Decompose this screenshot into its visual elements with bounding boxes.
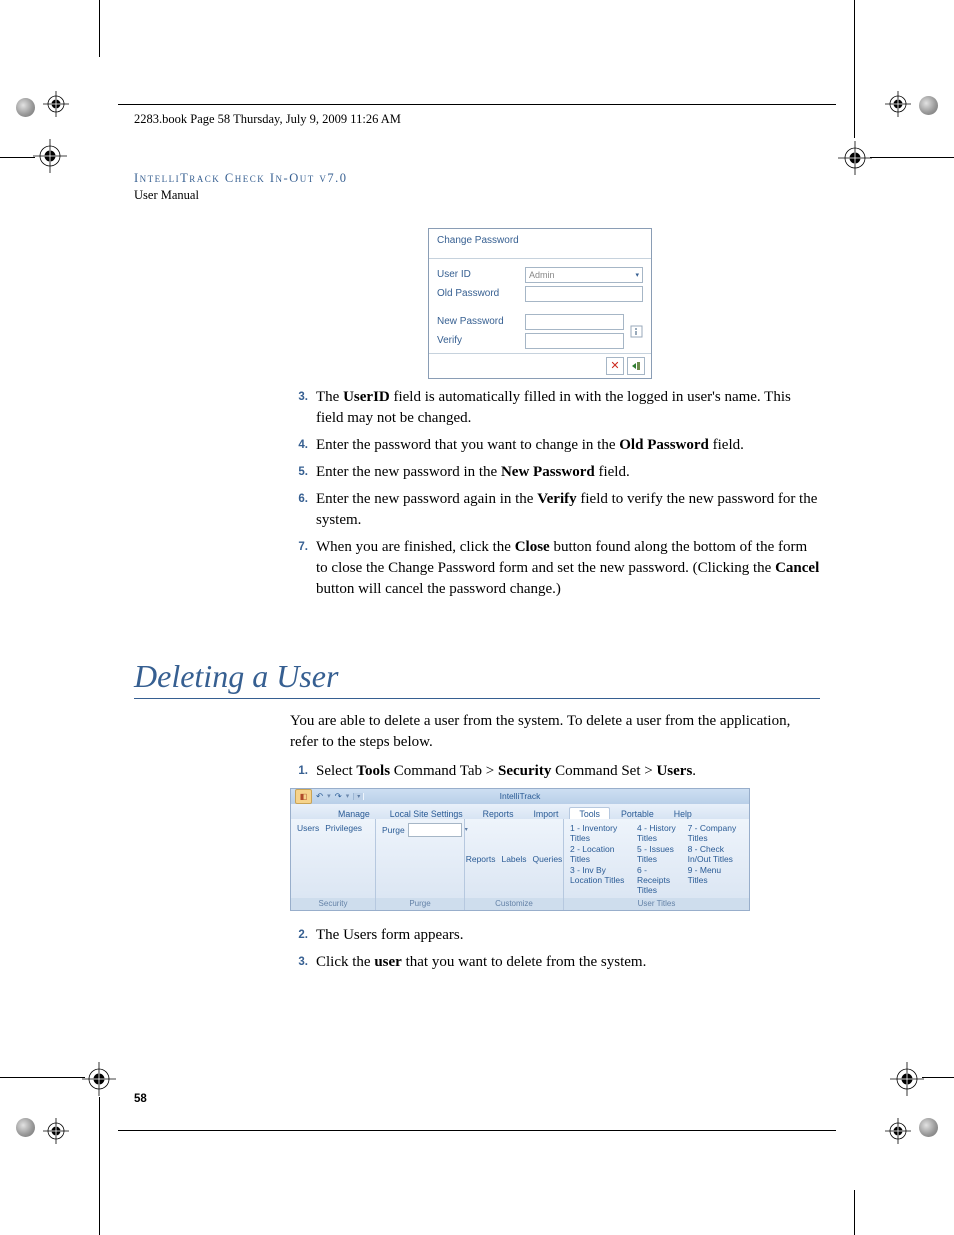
step-number: 4.: [290, 435, 308, 456]
registration-mark-icon: [43, 91, 69, 117]
crop-tick: [99, 0, 100, 57]
new-password-label: New Password: [437, 316, 525, 327]
reports-button[interactable]: Reports: [466, 854, 496, 864]
step-number: 1.: [290, 761, 308, 782]
registration-mark-icon: [885, 91, 911, 117]
titles-item[interactable]: 2 - Location Titles: [570, 844, 631, 864]
users-button[interactable]: Users: [297, 823, 319, 833]
step-number: 6.: [290, 489, 308, 531]
verify-label: Verify: [437, 335, 525, 346]
step-number: 2.: [290, 925, 308, 946]
app-title: IntelliTrack: [291, 789, 749, 804]
step-text: Click the user that you want to delete f…: [316, 952, 820, 973]
ribbon-tab-local-site-settings[interactable]: Local Site Settings: [381, 808, 472, 819]
step-text: The UserID field is automatically filled…: [316, 387, 820, 429]
bearing-dot-icon: [16, 1118, 35, 1137]
step-text: Select Tools Command Tab > Security Comm…: [316, 761, 820, 782]
ribbon-tab-tools[interactable]: Tools: [569, 807, 610, 819]
group-label-purge: Purge: [376, 898, 464, 910]
info-icon: [629, 324, 643, 338]
titles-item[interactable]: 9 - Menu Titles: [688, 865, 743, 885]
group-label-security: Security: [291, 898, 375, 910]
section-heading: Deleting a User: [134, 658, 820, 699]
titles-item[interactable]: 7 - Company Titles: [688, 823, 743, 843]
queries-button[interactable]: Queries: [533, 854, 563, 864]
bearing-dot-icon: [16, 98, 35, 117]
titles-item[interactable]: 8 - Check In/Out Titles: [688, 844, 743, 864]
ribbon-tab-help[interactable]: Help: [665, 808, 701, 819]
target-mark-icon: [890, 1062, 924, 1096]
user-id-label: User ID: [437, 269, 525, 280]
old-password-field[interactable]: [525, 286, 643, 302]
titles-item[interactable]: 3 - Inv By Location Titles: [570, 865, 631, 885]
list-item: 3.The UserID field is automatically fill…: [290, 387, 820, 429]
titles-item[interactable]: 4 - History Titles: [637, 823, 682, 843]
titles-item[interactable]: 6 - Receipts Titles: [637, 865, 682, 895]
target-mark-icon: [82, 1062, 116, 1096]
close-button[interactable]: [627, 357, 645, 375]
list-item: 4. Enter the password that you want to ch…: [290, 435, 820, 456]
list-item: 5. Enter the new password in the New Pass…: [290, 462, 820, 483]
crop-tick: [0, 1077, 85, 1078]
bearing-dot-icon: [919, 1118, 938, 1137]
registration-mark-icon: [43, 1118, 69, 1144]
user-id-value: Admin: [529, 270, 555, 280]
old-password-label: Old Password: [437, 288, 525, 299]
crop-line-top: [118, 104, 836, 105]
running-title: IntelliTrack Check In-Out v7.0: [134, 170, 820, 187]
crop-tick: [0, 157, 35, 158]
dialog-title: Change Password: [429, 229, 651, 259]
bearing-dot-icon: [919, 96, 938, 115]
list-item: 3. Click the user that you want to delete…: [290, 952, 820, 973]
group-label-titles: User Titles: [564, 898, 749, 910]
step-number: 3.: [290, 952, 308, 973]
step-number: 7.: [290, 537, 308, 600]
privileges-button[interactable]: Privileges: [325, 823, 362, 833]
step-text: Enter the password that you want to chan…: [316, 435, 820, 456]
section-intro: You are able to delete a user from the s…: [290, 711, 820, 753]
verify-field[interactable]: [525, 333, 624, 349]
crop-tick: [870, 157, 954, 158]
ribbon-tab-portable[interactable]: Portable: [612, 808, 663, 819]
registration-mark-icon: [885, 1118, 911, 1144]
crop-header-text: 2283.book Page 58 Thursday, July 9, 2009…: [134, 112, 401, 127]
group-label-customize: Customize: [465, 898, 563, 910]
list-item: 1. Select Tools Command Tab > Security Co…: [290, 761, 820, 782]
step-number: 3.: [290, 387, 308, 429]
step-text: Enter the new password again in the Veri…: [316, 489, 820, 531]
running-subtitle: User Manual: [134, 187, 820, 204]
change-password-dialog: Change Password User ID Admin ▾ Old Passw…: [428, 228, 652, 379]
purge-label: Purge: [382, 825, 405, 835]
list-item: 2. The Users form appears.: [290, 925, 820, 946]
step-text: The Users form appears.: [316, 925, 820, 946]
labels-button[interactable]: Labels: [501, 854, 526, 864]
crop-tick: [854, 0, 855, 138]
crop-tick: [854, 1190, 855, 1235]
titles-item[interactable]: 5 - Issues Titles: [637, 844, 682, 864]
page-number: 58: [134, 1093, 147, 1105]
crop-tick: [922, 1077, 954, 1078]
cancel-button[interactable]: ✕: [606, 357, 624, 375]
crop-line-bottom: [118, 1130, 836, 1131]
titles-item[interactable]: 1 - Inventory Titles: [570, 823, 631, 843]
target-mark-icon: [33, 139, 67, 173]
crop-tick: [99, 1097, 100, 1235]
step-number: 5.: [290, 462, 308, 483]
chevron-down-icon: ▾: [635, 271, 639, 279]
ribbon-tab-manage[interactable]: Manage: [329, 808, 379, 819]
ribbon-tab-import[interactable]: Import: [524, 808, 567, 819]
step-text: Enter the new password in the New Passwo…: [316, 462, 820, 483]
step-text: When you are finished, click the Close b…: [316, 537, 820, 600]
list-item: 6.Enter the new password again in the Ve…: [290, 489, 820, 531]
ribbon-screenshot: ◧ ↶ ▾ ↷ ▾ ▾ IntelliTrack ManageLocal Sit…: [290, 788, 750, 911]
list-item: 7.When you are finished, click the Close…: [290, 537, 820, 600]
purge-dropdown[interactable]: [408, 823, 462, 837]
ribbon-tab-reports[interactable]: Reports: [474, 808, 523, 819]
target-mark-icon: [838, 141, 872, 175]
user-id-field[interactable]: Admin ▾: [525, 267, 643, 283]
new-password-field[interactable]: [525, 314, 624, 330]
running-head: IntelliTrack Check In-Out v7.0 User Manu…: [134, 170, 820, 204]
